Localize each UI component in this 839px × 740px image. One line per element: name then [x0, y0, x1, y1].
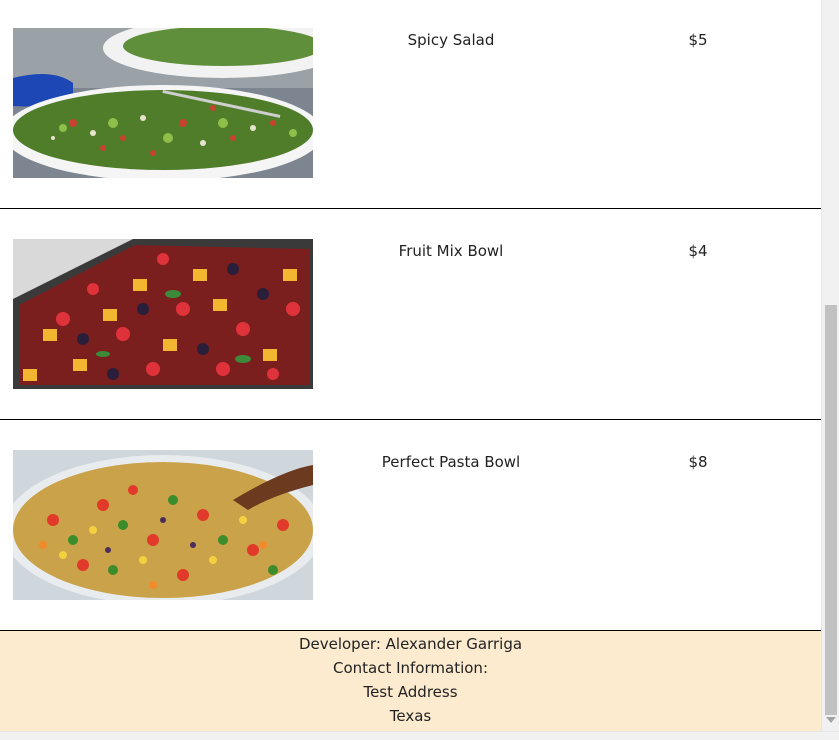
dish-price: $5 — [688, 31, 708, 49]
contact-address: Test Address — [363, 683, 458, 701]
menu-page: Spicy Salad $5 Fruit Mix Bowl $4 Perfect… — [0, 0, 821, 731]
scrollbar-thumb[interactable] — [825, 305, 837, 715]
dish-name: Perfect Pasta Bowl — [381, 453, 521, 471]
dish-price: $4 — [688, 242, 708, 260]
salad-photo — [13, 28, 313, 178]
horizontal-scrollbar[interactable] — [0, 731, 839, 740]
contact-state: Texas — [389, 707, 432, 725]
pasta-bowl-photo — [13, 450, 313, 600]
menu-item-row: Spicy Salad $5 — [0, 0, 821, 209]
contact-label: Contact Information: — [332, 659, 488, 677]
page-footer: Developer: Alexander Garriga Contact Inf… — [0, 631, 821, 731]
dish-name: Fruit Mix Bowl — [398, 242, 504, 260]
dish-price: $8 — [688, 453, 708, 471]
menu-item-row: Fruit Mix Bowl $4 — [0, 209, 821, 420]
scroll-down-arrow-icon[interactable] — [826, 717, 836, 723]
fruit-bowl-photo — [13, 239, 313, 389]
menu-item-row: Perfect Pasta Bowl $8 — [0, 420, 821, 631]
developer-credit: Developer: Alexander Garriga — [298, 635, 523, 653]
dish-name: Spicy Salad — [407, 31, 495, 49]
vertical-scrollbar[interactable] — [821, 0, 839, 731]
